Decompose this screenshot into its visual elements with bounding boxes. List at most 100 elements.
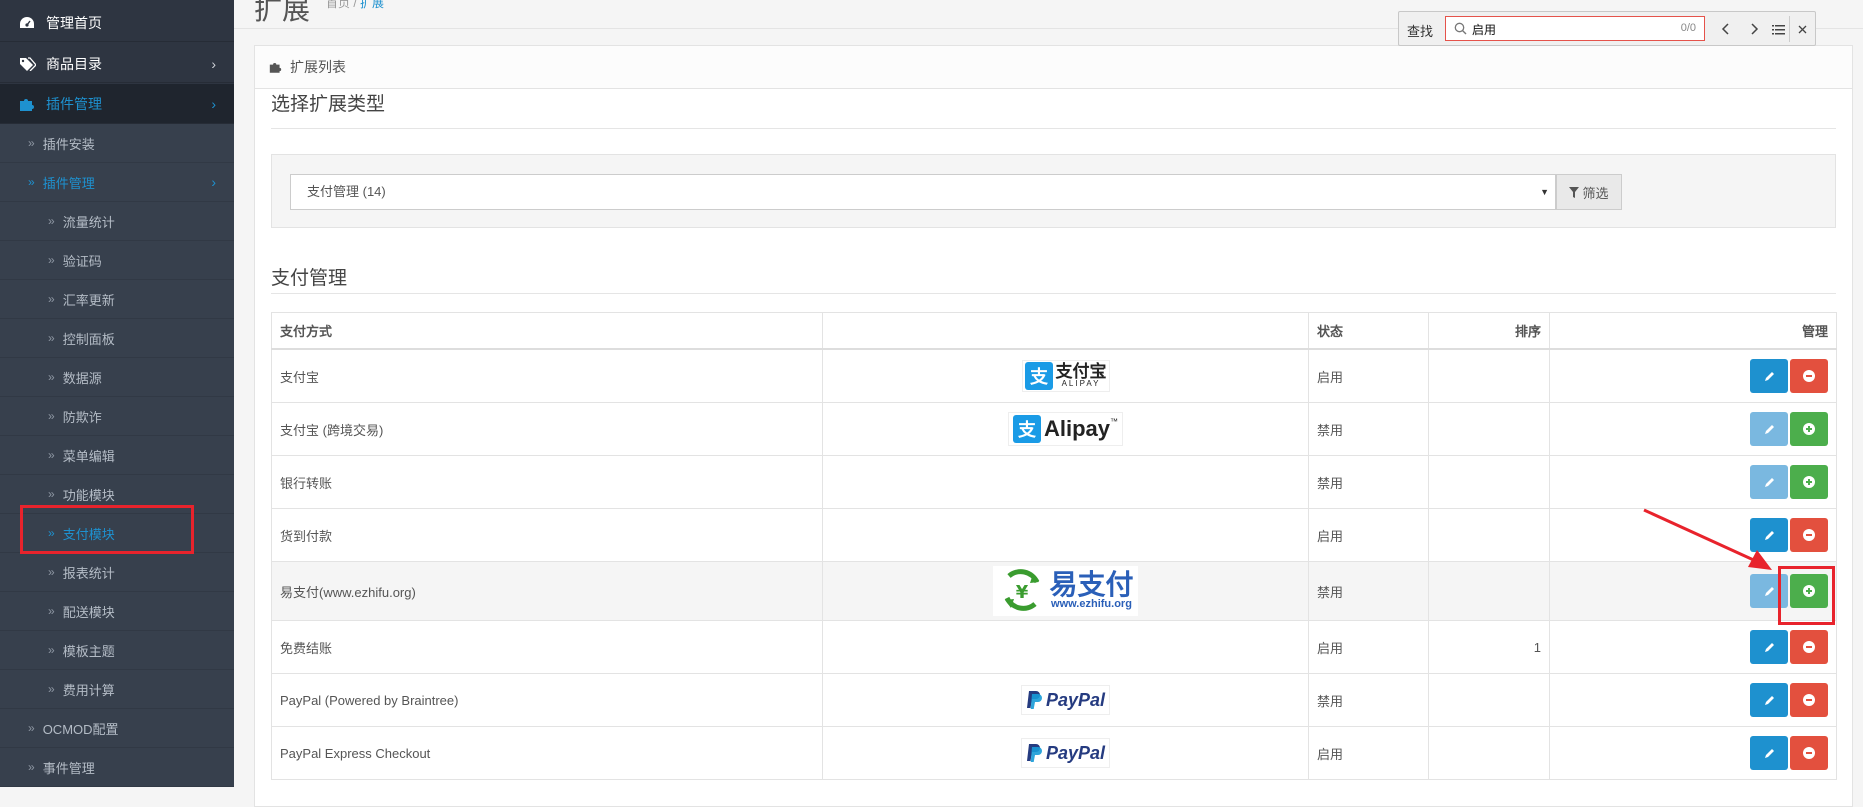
payment-logo-cell: 支 支付宝 ALIPAY — [822, 348, 1309, 403]
sidebar-item-extensions[interactable]: 插件管理 › — [0, 84, 234, 124]
sidebar-subitem-reports[interactable]: » 报表统计 — [0, 553, 234, 592]
column-header-actions: 管理 — [1549, 312, 1837, 350]
sidebar-item-dashboard[interactable]: 管理首页 — [0, 4, 234, 42]
paypal-logo: PayPal — [1020, 738, 1111, 768]
sidebar-subitem-dashboard[interactable]: » 控制面板 — [0, 319, 234, 358]
edit-button[interactable] — [1750, 518, 1788, 552]
install-button[interactable] — [1790, 412, 1828, 446]
payment-name: 易支付(www.ezhifu.org) — [271, 561, 823, 621]
select-type-title: 选择扩展类型 — [271, 94, 386, 115]
chevron-left-icon — [1721, 23, 1729, 35]
table-header-row: 支付方式 状态 排序 管理 — [271, 312, 1837, 350]
table-row: 支付宝 支 支付宝 ALIPAY 启用 — [271, 348, 1837, 403]
annotation-highlight-box — [1778, 566, 1835, 625]
table-row: 易支付(www.ezhifu.org) ¥ 易支付 www.ezhifu.org… — [271, 561, 1837, 621]
breadcrumb-separator: / — [350, 0, 361, 10]
sidebar-subitem-menu[interactable]: » 菜单编辑 — [0, 436, 234, 475]
column-header-sort: 排序 — [1428, 312, 1550, 350]
sidebar-subitem-captcha[interactable]: » 验证码 — [0, 241, 234, 280]
extension-type-select[interactable]: 支付管理 (14) ▼ — [290, 174, 1556, 210]
edit-button[interactable] — [1750, 412, 1788, 446]
sidebar-subitem-analytics[interactable]: » 流量统计 — [0, 202, 234, 241]
sidebar-subitem-installer[interactable]: » 插件安装 — [0, 124, 234, 163]
find-options-button[interactable] — [1769, 20, 1787, 38]
sidebar-subitem-extensions[interactable]: » 插件管理 › — [0, 163, 234, 202]
chevron-right-icon: › — [211, 95, 216, 112]
payment-logo-cell: PayPal — [822, 726, 1309, 780]
section-title: 支付管理 — [271, 268, 348, 289]
find-bar: 查找 启用 0/0 — [1398, 11, 1816, 46]
sidebar-item-label: 数据源 — [62, 370, 102, 386]
double-chevron-icon: » — [28, 175, 35, 189]
sidebar-subitem-totals[interactable]: » 费用计算 — [0, 670, 234, 709]
payment-name: 支付宝 (跨境交易) — [271, 402, 823, 456]
payment-actions — [1549, 620, 1837, 674]
edit-button[interactable] — [1750, 465, 1788, 499]
breadcrumb-home[interactable]: 首页 — [326, 0, 350, 10]
sidebar-subitem-fraud[interactable]: » 防欺诈 — [0, 397, 234, 436]
uninstall-button[interactable] — [1790, 518, 1828, 552]
install-button[interactable] — [1790, 465, 1828, 499]
payment-name: 免费结账 — [271, 620, 823, 674]
logo-subtext: ALIPAY — [1061, 379, 1101, 388]
sidebar-item-label: 报表统计 — [62, 565, 115, 581]
sidebar-subitem-themes[interactable]: » 模板主题 — [0, 631, 234, 670]
sidebar-subitem-ocmod[interactable]: » OCMOD配置 — [0, 709, 234, 748]
sidebar-subitem-feeds[interactable]: » 数据源 — [0, 358, 234, 397]
puzzle-icon — [18, 97, 36, 111]
payment-sort — [1428, 348, 1550, 403]
uninstall-button[interactable] — [1790, 630, 1828, 664]
sidebar-subitem-shipping[interactable]: » 配送模块 — [0, 592, 234, 631]
payment-sort — [1428, 455, 1550, 509]
payment-name: PayPal Express Checkout — [271, 726, 823, 780]
minus-circle-icon — [1803, 694, 1815, 706]
payment-sort — [1428, 726, 1550, 780]
filter-button[interactable]: 筛选 — [1556, 174, 1622, 210]
payment-sort — [1428, 508, 1550, 562]
edit-button[interactable] — [1750, 630, 1788, 664]
sidebar-item-label: 管理首页 — [46, 14, 102, 31]
next-match-button[interactable] — [1745, 20, 1763, 38]
sidebar-item-catalog[interactable]: 商品目录 › — [0, 45, 234, 83]
edit-button[interactable] — [1750, 359, 1788, 393]
sidebar-item-label: 功能模块 — [62, 487, 115, 503]
sidebar-item-label: 商品目录 — [46, 55, 102, 72]
svg-text:¥: ¥ — [1016, 582, 1029, 603]
find-label: 查找 — [1407, 24, 1434, 39]
panel-heading: 扩展列表 — [255, 46, 1852, 89]
filter-button-label: 筛选 — [1582, 185, 1609, 201]
sidebar-subitem-currency[interactable]: » 汇率更新 — [0, 280, 234, 319]
logo-text: 支付宝 — [1055, 362, 1107, 381]
extension-panel: 扩展列表 选择扩展类型 支付管理 (14) ▼ 筛选 支付管理 支付方式 状态 … — [254, 45, 1853, 807]
edit-button[interactable] — [1750, 683, 1788, 717]
double-chevron-icon: » — [48, 565, 55, 579]
breadcrumb-current[interactable]: 扩展 — [360, 0, 384, 10]
uninstall-button[interactable] — [1790, 359, 1828, 393]
sidebar-subitem-events[interactable]: » 事件管理 — [0, 748, 234, 787]
select-value: 支付管理 (14) — [307, 184, 386, 199]
double-chevron-icon: » — [48, 487, 55, 501]
ezhifu-logo: ¥ 易支付 www.ezhifu.org — [993, 565, 1138, 616]
close-find-button[interactable] — [1793, 20, 1811, 38]
close-icon — [1798, 25, 1806, 33]
find-input[interactable]: 启用 0/0 — [1445, 16, 1705, 41]
payment-name: PayPal (Powered by Braintree) — [271, 673, 823, 727]
pencil-icon — [1764, 642, 1774, 652]
sidebar-item-label: 插件安装 — [42, 136, 95, 152]
panel-heading-text: 扩展列表 — [290, 59, 346, 75]
payment-actions — [1549, 402, 1837, 456]
uninstall-button[interactable] — [1790, 683, 1828, 717]
payment-sort — [1428, 673, 1550, 727]
payment-status: 禁用 — [1308, 673, 1429, 727]
edit-button[interactable] — [1750, 736, 1788, 770]
previous-match-button[interactable] — [1717, 20, 1735, 38]
svg-text:支: 支 — [1017, 419, 1037, 441]
double-chevron-icon: » — [48, 409, 55, 423]
double-chevron-icon: » — [48, 448, 55, 462]
logo-subtext: www.ezhifu.org — [1051, 598, 1132, 610]
divider — [271, 293, 1836, 294]
divider — [1789, 16, 1790, 42]
find-query: 启用 — [1472, 23, 1497, 37]
double-chevron-icon: » — [28, 760, 35, 774]
uninstall-button[interactable] — [1790, 736, 1828, 770]
